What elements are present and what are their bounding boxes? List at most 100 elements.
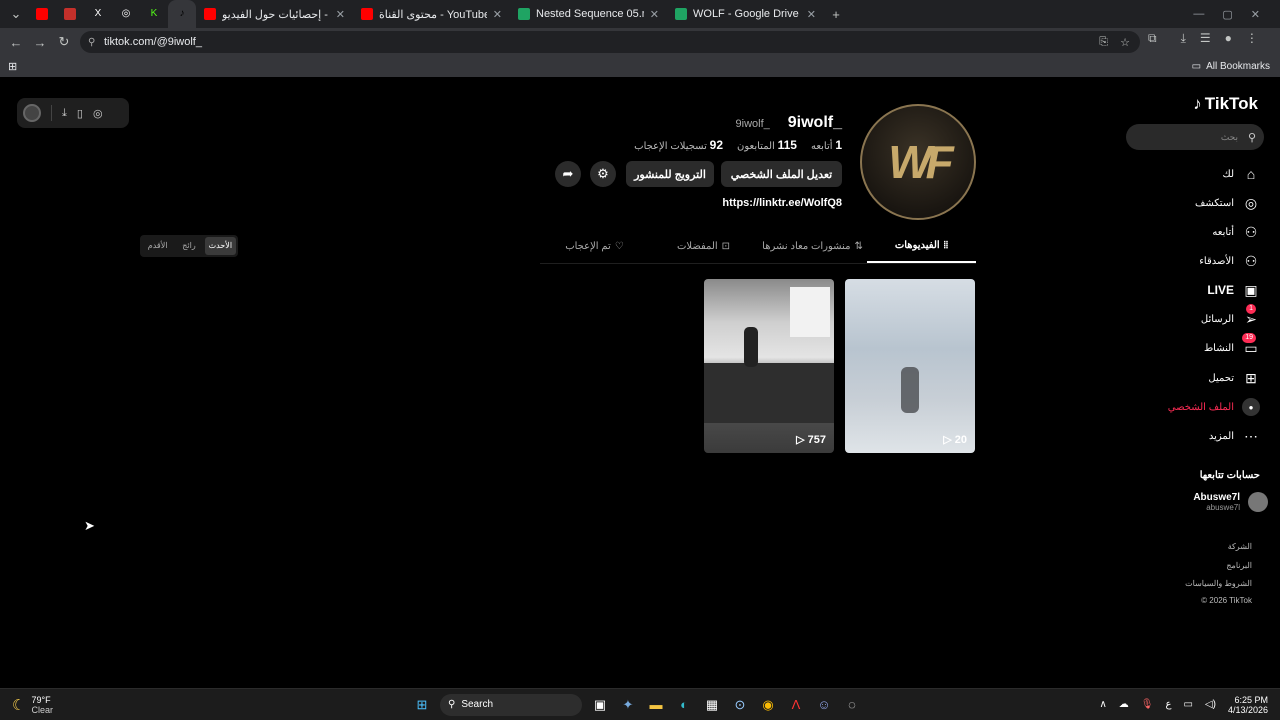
compass-icon: ◎ xyxy=(1244,194,1258,211)
search-placeholder: بحث xyxy=(1220,131,1238,142)
network-icon[interactable]: ▭ xyxy=(1183,699,1192,710)
sidebar-item-profile-avatar[interactable]: الملف الشخصي ● xyxy=(1168,398,1260,416)
tab-liked[interactable]: تم الإعجاب ♡ xyxy=(540,230,649,263)
tab-videos[interactable]: الفيديوهات ⦙⦙ xyxy=(867,230,976,263)
forward-button[interactable]: → xyxy=(28,30,52,54)
discord-icon[interactable]: ☺ xyxy=(813,694,835,716)
search-icon[interactable]: ⚲ xyxy=(1248,131,1256,144)
tab-close-icon[interactable]: ✕ xyxy=(650,8,659,21)
maximize-icon[interactable]: ▢ xyxy=(1222,8,1232,21)
sidebar-item-upload[interactable]: تحميل ⊞ xyxy=(1208,369,1260,387)
extensions-icon[interactable]: ⧉ xyxy=(1148,31,1157,46)
sidebar-item-live[interactable]: LIVE ▣ xyxy=(1207,281,1260,299)
browser-tab[interactable]: K xyxy=(140,0,168,28)
browser-tab[interactable]: إحصائيات حول الفيديو - Studio ✕ xyxy=(196,0,353,28)
mic-icon[interactable]: 🎙 xyxy=(1141,699,1154,710)
adobe-icon[interactable]: Ʌ xyxy=(785,694,807,716)
downloads-icon[interactable]: ⤓ xyxy=(1181,31,1186,46)
start-icon[interactable]: ⊞ xyxy=(411,694,433,716)
widget-logo-icon[interactable] xyxy=(23,104,41,122)
store-icon[interactable]: ▦ xyxy=(701,694,723,716)
likes-count: 92 xyxy=(709,138,724,152)
sort-popular[interactable]: رائج xyxy=(173,237,204,255)
following-account-item[interactable]: Abuswe7l abuswe7l xyxy=(1193,492,1268,512)
tab-close-icon[interactable]: ✕ xyxy=(336,8,345,21)
file-explorer-icon[interactable]: ▬ xyxy=(645,694,667,716)
onedrive-icon[interactable]: ☁ xyxy=(1119,699,1129,710)
tab-title: محتوى القناة - YouTube Studio xyxy=(379,8,487,21)
tab-reposts[interactable]: منشورات معاد نشرها ⇅ xyxy=(758,230,867,263)
weather-widget[interactable]: ☾ 79°F Clear xyxy=(12,695,53,715)
settings-button[interactable]: ⚙ xyxy=(590,161,616,187)
sort-oldest[interactable]: الأقدم xyxy=(142,237,173,255)
browser-tab[interactable]: WOLF - Google Drive ✕ xyxy=(667,0,824,28)
browser-tab[interactable]: محتوى القناة - YouTube Studio ✕ xyxy=(353,0,510,28)
edge-icon[interactable]: ◐ xyxy=(673,694,695,716)
profile-icon[interactable]: ● xyxy=(1225,31,1232,46)
footer-program-link[interactable]: البرنامج xyxy=(1226,561,1252,570)
compass-icon[interactable]: ◎ xyxy=(93,107,103,120)
copilot-icon[interactable]: ✦ xyxy=(617,694,639,716)
following-stat[interactable]: 1 أتابعه xyxy=(811,138,842,152)
edit-profile-button[interactable]: تعديل الملف الشخصي xyxy=(721,161,842,187)
video-thumbnail[interactable]: ▷ 20 xyxy=(845,279,975,453)
browser-tab[interactable]: ◎ xyxy=(112,0,140,28)
search-input[interactable]: بحث ⚲ xyxy=(1126,124,1264,150)
sidebar-item-following[interactable]: أتابعه ⚇ xyxy=(1212,223,1260,241)
menu-icon[interactable]: ⋮ xyxy=(1246,31,1258,46)
tray-overflow-icon[interactable]: ∧ xyxy=(1099,699,1106,710)
site-info-icon[interactable]: ⚲ xyxy=(88,37,95,48)
account-handle: abuswe7l xyxy=(1206,503,1240,512)
profile-link[interactable]: https://linktr.ee/WolfQ8 xyxy=(722,197,842,209)
sort-latest[interactable]: الأحدث xyxy=(204,237,236,255)
clock-date: 4/13/2026 xyxy=(1227,704,1268,715)
install-icon[interactable]: ⎘ xyxy=(1099,36,1108,49)
chrome-icon[interactable]: ◉ xyxy=(757,694,779,716)
taskbar-search[interactable]: ⚲ Search xyxy=(440,693,582,716)
video-thumbnail[interactable]: ▷ 757 xyxy=(704,279,834,453)
download-icon[interactable]: ⤓ xyxy=(62,107,67,120)
footer-company-link[interactable]: الشركة xyxy=(1228,542,1252,551)
phone-icon[interactable]: ▯ xyxy=(77,107,83,120)
all-bookmarks[interactable]: ▭ All Bookmarks xyxy=(1192,61,1270,72)
media-icon[interactable]: ☰ xyxy=(1200,31,1211,46)
sidebar-item-home[interactable]: لك ⌂ xyxy=(1223,165,1260,183)
browser-tab[interactable]: ♪ xyxy=(168,0,196,28)
sidebar-item-activity[interactable]: النشاط ▭ 19 xyxy=(1204,333,1260,357)
app-icon[interactable]: ◌ xyxy=(841,694,863,716)
share-button[interactable]: ➦ xyxy=(555,161,581,187)
tab-favorites[interactable]: المفضلات ⊡ xyxy=(649,230,758,263)
apps-icon[interactable]: ⊞ xyxy=(8,60,17,73)
browser-tab[interactable] xyxy=(28,0,56,28)
browser-tab[interactable] xyxy=(56,0,84,28)
tab-favicon-icon: K xyxy=(150,8,158,19)
volume-icon[interactable]: ◁) xyxy=(1205,699,1216,710)
minimize-icon[interactable]: — xyxy=(1193,8,1204,21)
address-bar[interactable]: ⚲ tiktok.com/@9iwolf_ ⎘ ☆ xyxy=(80,31,1140,53)
reload-button[interactable]: ↻ xyxy=(52,30,76,54)
promote-post-button[interactable]: الترويج للمنشور xyxy=(626,161,714,187)
steam-icon[interactable]: ⊙ xyxy=(729,694,751,716)
tiktok-logo[interactable]: ♪ TikTok xyxy=(1193,94,1258,114)
sidebar-item-compass[interactable]: استكشف ◎ xyxy=(1195,194,1260,212)
footer-terms-link[interactable]: الشروط والسياسات xyxy=(1185,579,1252,588)
sidebar-item-messages[interactable]: الرسائل ➢ 1 xyxy=(1201,304,1260,328)
language-indicator[interactable]: ع xyxy=(1166,699,1172,710)
tab-close-icon[interactable]: ✕ xyxy=(493,8,502,21)
new-tab-button[interactable]: + xyxy=(824,2,848,26)
clock[interactable]: 6:25 PM 4/13/2026 xyxy=(1228,695,1268,715)
browser-tab[interactable]: X xyxy=(84,0,112,28)
browser-tab[interactable]: Nested Sequence 05.mp4 - Goo ✕ xyxy=(510,0,667,28)
tab-search-button[interactable]: ⌄ xyxy=(4,2,28,26)
task-view-icon[interactable]: ▣ xyxy=(589,694,611,716)
back-button[interactable]: ← xyxy=(4,30,28,54)
tab-reposts-label: منشورات معاد نشرها xyxy=(762,241,851,252)
close-window-icon[interactable]: ✕ xyxy=(1251,8,1260,21)
sidebar-item-more[interactable]: المزيد ⋯ xyxy=(1209,427,1260,445)
bookmark-star-icon[interactable]: ☆ xyxy=(1120,36,1130,49)
followers-stat[interactable]: 115 المتابعون xyxy=(737,138,797,152)
tab-close-icon[interactable]: ✕ xyxy=(807,8,816,21)
likes-stat[interactable]: 92 تسجيلات الإعجاب xyxy=(634,138,723,152)
profile-avatar[interactable]: WF xyxy=(860,104,976,220)
sidebar-item-friends[interactable]: الأصدقاء ⚇ xyxy=(1199,252,1260,270)
